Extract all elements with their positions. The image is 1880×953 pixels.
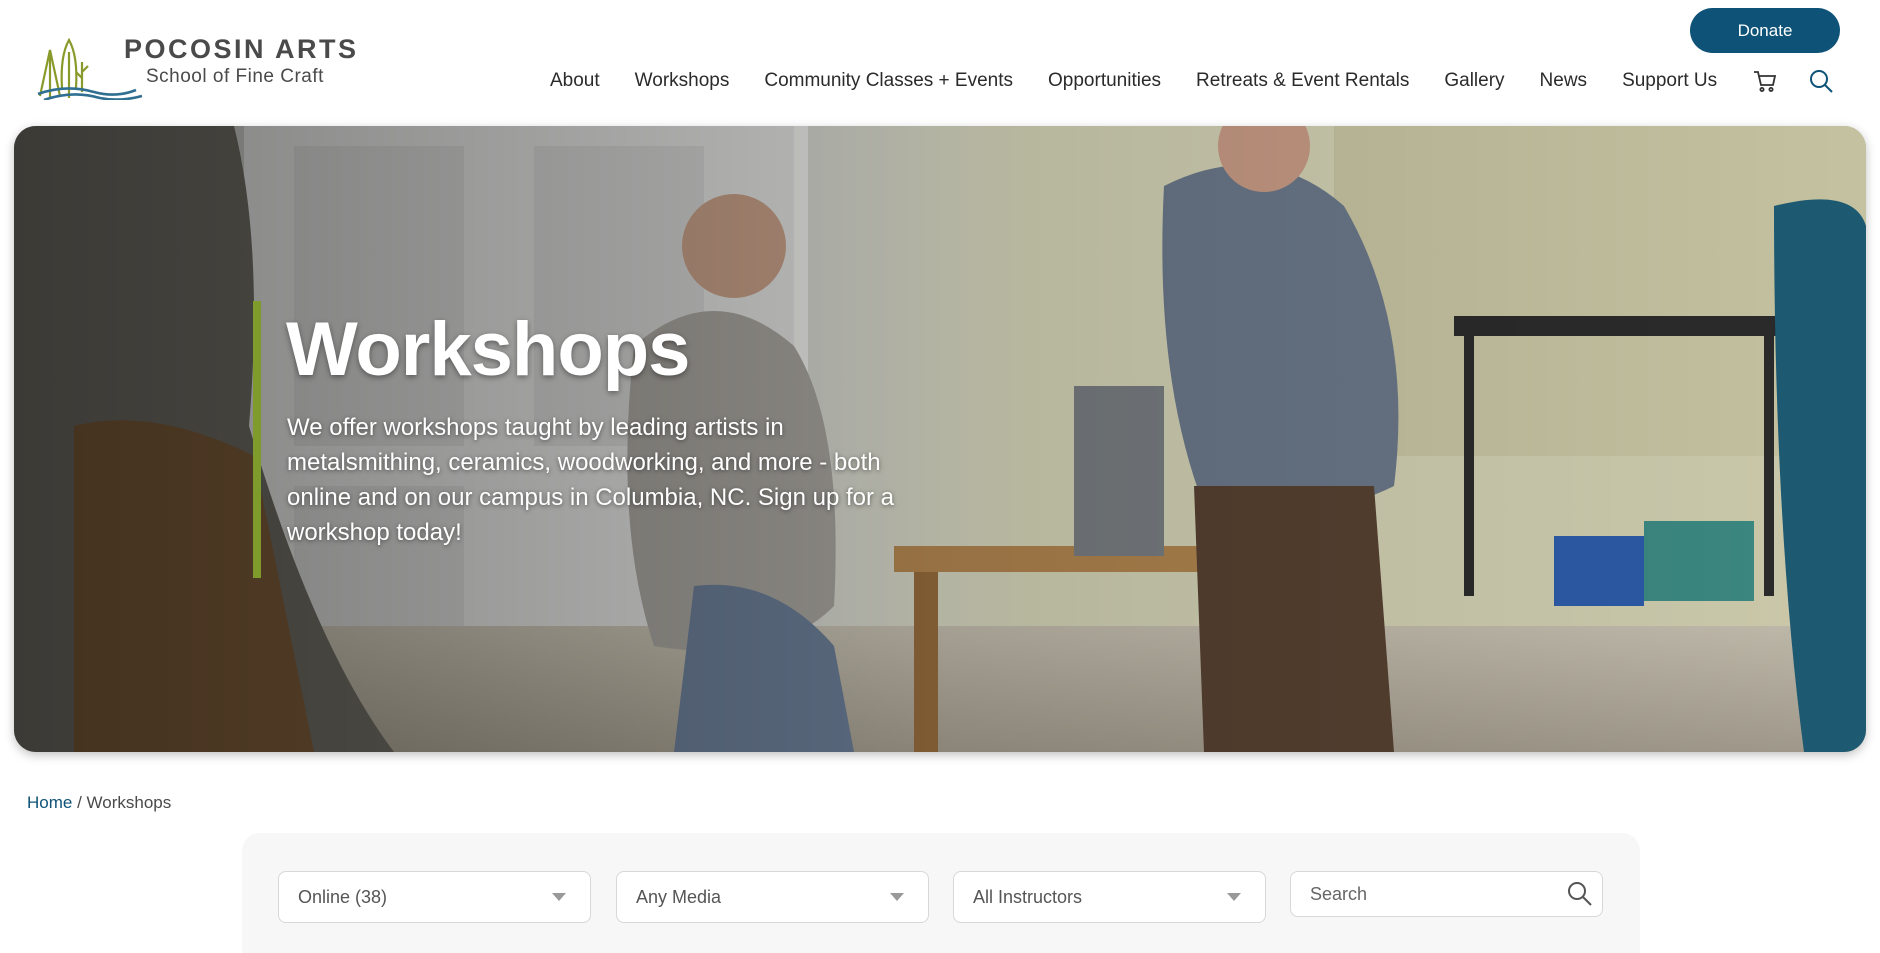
breadcrumb-home-link[interactable]: Home bbox=[27, 793, 72, 812]
nav-item-community-classes-events[interactable]: Community Classes + Events bbox=[764, 70, 1013, 92]
nav-item-gallery[interactable]: Gallery bbox=[1444, 70, 1504, 92]
chevron-down-icon bbox=[552, 893, 566, 901]
donate-button[interactable]: Donate bbox=[1690, 8, 1840, 53]
breadcrumb-separator: / bbox=[72, 793, 87, 812]
chevron-down-icon bbox=[1227, 893, 1241, 901]
cart-icon[interactable] bbox=[1752, 68, 1778, 94]
workshop-search-input[interactable] bbox=[1291, 872, 1561, 916]
site-logo[interactable]: POCOSIN ARTS School of Fine Craft bbox=[36, 22, 366, 100]
nav-item-support-us[interactable]: Support Us bbox=[1622, 70, 1717, 92]
location-filter-select[interactable]: Online (38) bbox=[278, 871, 591, 923]
site-header: POCOSIN ARTS School of Fine Craft Donate… bbox=[0, 0, 1880, 126]
media-filter-select[interactable]: Any Media bbox=[616, 871, 929, 923]
media-filter-value: Any Media bbox=[636, 887, 722, 907]
search-icon[interactable] bbox=[1566, 880, 1594, 908]
hero-description: We offer workshops taught by leading art… bbox=[287, 414, 895, 546]
chevron-down-icon bbox=[890, 893, 904, 901]
search-icon[interactable] bbox=[1808, 68, 1834, 94]
workshop-search bbox=[1290, 871, 1603, 917]
nav-item-about[interactable]: About bbox=[550, 70, 600, 92]
workshop-filters: Online (38) Any Media All Instructors bbox=[242, 833, 1640, 953]
logo-name: POCOSIN ARTS bbox=[124, 34, 359, 64]
hero-accent-bar bbox=[253, 301, 261, 578]
breadcrumb-current: Workshops bbox=[86, 793, 172, 812]
instructor-filter-value: All Instructors bbox=[973, 887, 1083, 907]
hero-banner: Workshops We offer workshops taught by l… bbox=[14, 126, 1866, 752]
nav-item-retreats-event-rentals[interactable]: Retreats & Event Rentals bbox=[1196, 70, 1409, 92]
logo-tagline: School of Fine Craft bbox=[146, 66, 324, 87]
main-nav: About Workshops Community Classes + Even… bbox=[550, 66, 1864, 96]
nav-item-news[interactable]: News bbox=[1540, 70, 1588, 92]
instructor-filter-select[interactable]: All Instructors bbox=[953, 871, 1266, 923]
page-title: Workshops bbox=[286, 307, 690, 392]
location-filter-value: Online (38) bbox=[298, 887, 388, 907]
nav-item-workshops[interactable]: Workshops bbox=[635, 70, 730, 92]
nav-item-opportunities[interactable]: Opportunities bbox=[1048, 70, 1161, 92]
breadcrumb: Home / Workshops bbox=[27, 793, 171, 813]
